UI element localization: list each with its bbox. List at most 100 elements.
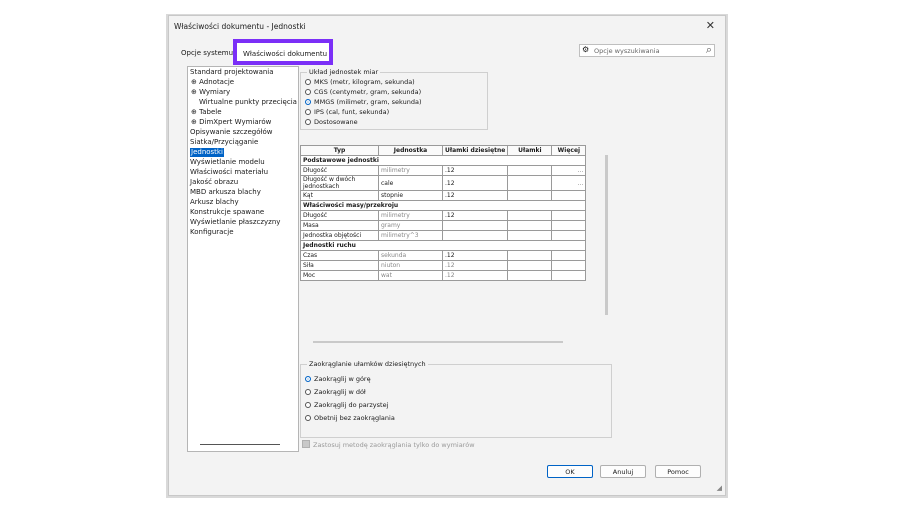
table-row[interactable]: Masa gramy [300,220,587,231]
table-row[interactable]: Moc wat .12 [300,270,587,281]
radio-round-even[interactable]: Zaokrąglij do parzystej [305,401,388,409]
cell-unit[interactable]: stopnie [378,190,443,201]
table-row[interactable]: Długość milimetry .12 ... [300,165,587,176]
cell-fractions[interactable] [507,230,553,241]
cell-more[interactable] [551,270,587,281]
cell-unit[interactable]: sekunda [378,250,443,261]
radio-round-up[interactable]: Zaokrąglij w górę [305,375,371,383]
cell-unit[interactable]: gramy [378,220,443,231]
cell-more[interactable] [551,190,587,201]
options-tree: Standard projektowania ⊕ Adnotacje ⊕ Wym… [187,66,299,452]
cell-decimals[interactable]: .12 [441,165,509,176]
table-row[interactable]: Kąt stopnie .12 [300,190,587,201]
radio-cgs[interactable]: CGS (centymetr, gram, sekunda) [305,88,421,96]
table-row[interactable]: Długość milimetry .12 [300,210,587,221]
table-horizontal-scrollbar[interactable] [313,341,563,343]
cell-decimals[interactable] [441,220,509,231]
cell-decimals[interactable]: .12 [441,210,509,221]
cell-more[interactable] [551,210,587,221]
tree-item-grid-snap[interactable]: Siatka/Przyciąganie [190,138,258,147]
radio-ips[interactable]: IPS (cal, funt, sekunda) [305,108,389,116]
resize-grip-icon[interactable]: ◢ [717,484,722,492]
cell-more[interactable]: ... [551,175,587,191]
search-placeholder: Opcje wyszukiwania [594,47,660,55]
tree-item-sheet-metal-mbd[interactable]: MBD arkusza blachy [190,188,261,197]
cell-more[interactable] [551,250,587,261]
document-properties-dialog: Właściwości dokumentu - Jednostki ✕ Opcj… [168,15,726,496]
radio-truncate[interactable]: Obetnij bez zaokrąglania [305,414,395,422]
radio-mks[interactable]: MKS (metr, kilogram, sekunda) [305,78,415,86]
cancel-button[interactable]: Anuluj [600,465,646,478]
cell-unit[interactable]: milimetry^3 [378,230,443,241]
tree-item-material-properties[interactable]: Właściwości materiału [190,168,268,177]
cell-decimals[interactable]: .12 [441,260,509,271]
rounding-group: Zaokrąglanie ułamków dziesiętnych Zaokrą… [300,360,612,438]
tree-item-design-standard[interactable]: Standard projektowania [190,68,274,77]
table-vertical-scrollbar[interactable] [605,155,608,315]
tree-item-model-display[interactable]: Wyświetlanie modelu [190,158,265,167]
cell-more[interactable] [551,230,587,241]
tab-document-properties[interactable]: Właściwości dokumentu [233,39,333,65]
cell-type: Długość [300,165,379,176]
tree-item-annotations[interactable]: ⊕ Adnotacje [191,78,234,87]
section-title: Właściwości masy/przekroju [299,200,587,211]
radio-indicator [305,402,311,408]
cell-more[interactable]: ... [551,165,587,176]
tab-system-options[interactable]: Opcje systemu [181,49,233,57]
expand-icon[interactable]: ⊕ [191,118,197,126]
cell-more[interactable] [551,260,587,271]
radio-round-down[interactable]: Zaokrąglij w dół [305,388,366,396]
tree-item-plane-display[interactable]: Wyświetlanie płaszczyzny [190,218,280,227]
tree-item-sheet-metal[interactable]: Arkusz blachy [190,198,239,207]
apply-rounding-checkbox[interactable]: Zastosuj metodę zaokrąglania tylko do wy… [302,440,475,449]
cell-unit[interactable]: cale [378,175,443,191]
cell-fractions[interactable] [507,220,553,231]
search-icon[interactable]: ⌕ [706,43,712,57]
close-icon[interactable]: ✕ [706,19,715,32]
table-row[interactable]: Czas sekunda .12 [300,250,587,261]
table-row[interactable]: Długość w dwóch jednostkach cale .12 ... [300,175,587,191]
tree-item-virtual-sharps[interactable]: Wirtualne punkty przecięcia [199,98,297,107]
cell-fractions[interactable] [507,260,553,271]
cell-unit[interactable]: milimetry [378,210,443,221]
cell-decimals[interactable]: .12 [441,250,509,261]
cell-decimals[interactable]: .12 [441,270,509,281]
tree-item-configurations[interactable]: Konfiguracje [190,228,234,237]
tree-item-detailing[interactable]: Opisywanie szczegółów [190,128,273,137]
cell-fractions[interactable] [507,175,553,191]
cell-fractions[interactable] [507,250,553,261]
table-row[interactable]: Siła niuton .12 [300,260,587,271]
cell-fractions[interactable] [507,165,553,176]
table-section-row: Jednostki ruchu [299,240,587,251]
cell-unit[interactable]: wat [378,270,443,281]
cell-type: Długość w dwóch jednostkach [300,175,379,191]
cell-unit[interactable]: milimetry [378,165,443,176]
cell-decimals[interactable]: .12 [441,175,509,191]
window-title: Właściwości dokumentu - Jednostki [174,22,306,31]
tree-item-dimxpert[interactable]: ⊕ DimXpert Wymiarów [191,118,271,127]
expand-icon[interactable]: ⊕ [191,88,197,96]
tree-item-dimensions[interactable]: ⊕ Wymiary [191,88,230,97]
search-options-input[interactable]: ⚙ Opcje wyszukiwania ⌕ [579,43,715,57]
cell-fractions[interactable] [507,270,553,281]
cell-unit[interactable]: niuton [378,260,443,271]
tree-horizontal-scrollbar[interactable] [200,444,280,445]
cell-fractions[interactable] [507,190,553,201]
tree-item-tables[interactable]: ⊕ Tabele [191,108,222,117]
cell-decimals[interactable] [441,230,509,241]
column-header: Więcej [551,145,587,156]
expand-icon[interactable]: ⊕ [191,108,197,116]
radio-mmgs[interactable]: MMGS (milimetr, gram, sekunda) [305,98,422,106]
cell-fractions[interactable] [507,210,553,221]
tree-item-image-quality[interactable]: Jakość obrazu [190,178,238,187]
table-row[interactable]: Jednostka objętości milimetry^3 [300,230,587,241]
tree-item-units[interactable]: Jednostki [190,148,224,157]
cell-more[interactable] [551,220,587,231]
tree-item-weldments[interactable]: Konstrukcje spawane [190,208,264,217]
radio-custom[interactable]: Dostosowane [305,118,358,126]
radio-indicator [305,376,311,382]
expand-icon[interactable]: ⊕ [191,78,197,86]
ok-button[interactable]: OK [547,465,593,478]
cell-decimals[interactable]: .12 [441,190,509,201]
help-button[interactable]: Pomoc [655,465,701,478]
